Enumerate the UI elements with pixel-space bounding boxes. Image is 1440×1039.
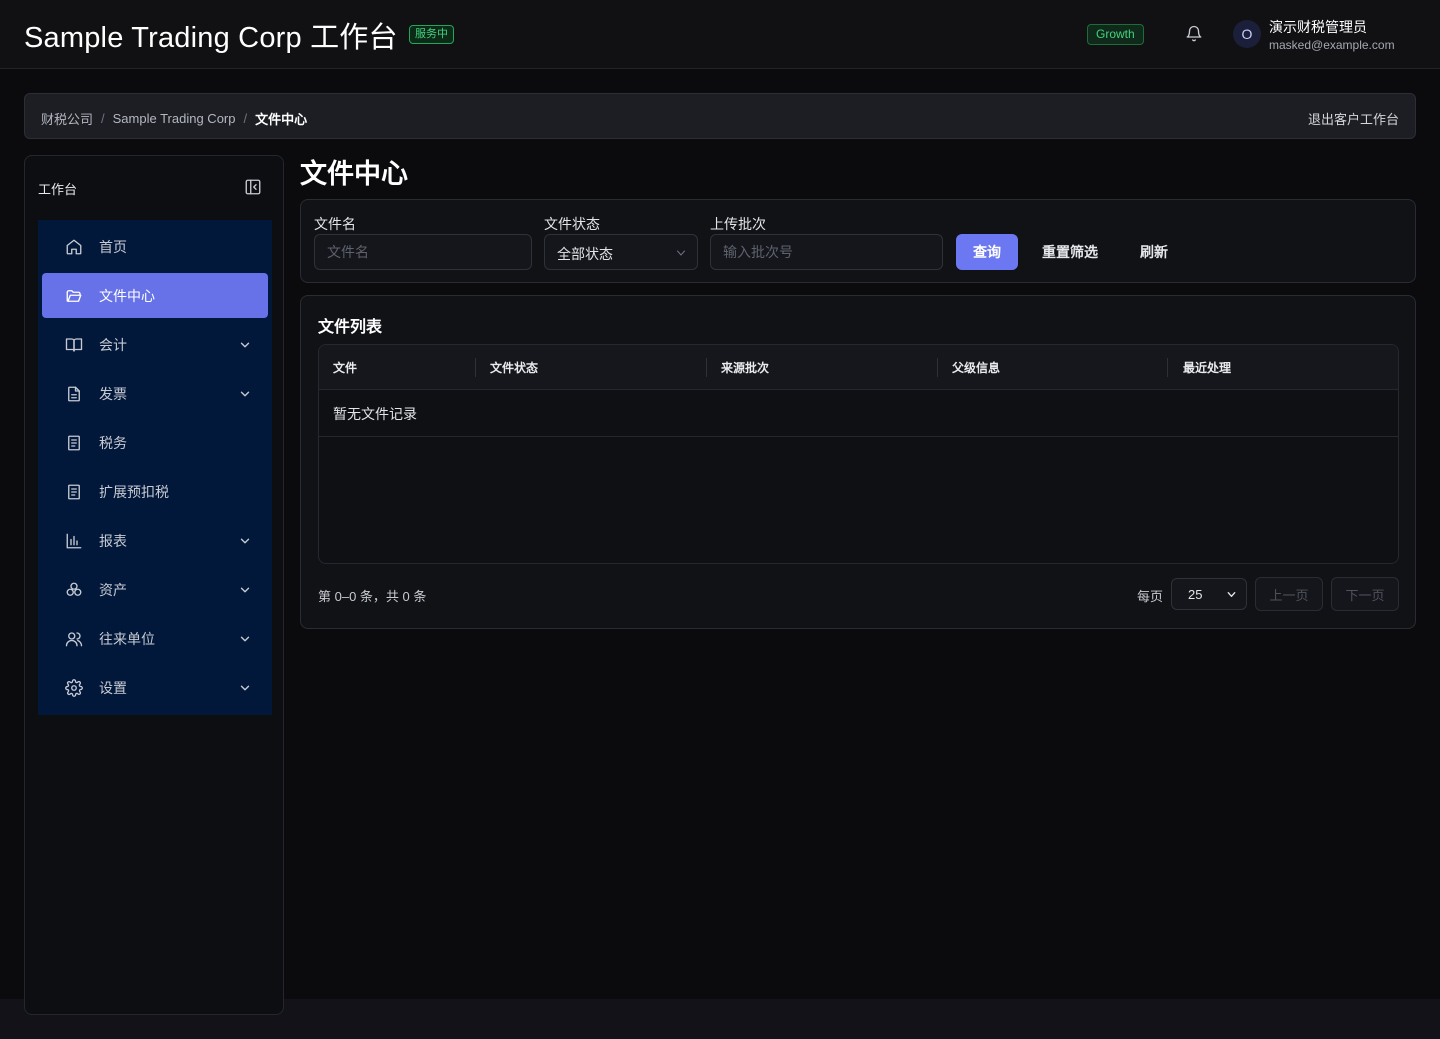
refresh-button[interactable]: 刷新: [1134, 234, 1174, 270]
receipt-icon: [65, 434, 83, 452]
chevron-down-icon: [675, 247, 687, 259]
chevron-down-icon: [1226, 589, 1237, 600]
sidebar-item-label: 税务: [99, 435, 127, 451]
book-icon: [65, 336, 83, 354]
filter-panel: 文件名 文件状态 全部状态 上传批次 查询 重置筛选 刷新: [300, 199, 1416, 283]
column-divider: [475, 358, 476, 377]
batch-input[interactable]: [710, 234, 943, 270]
breadcrumb-item-client[interactable]: Sample Trading Corp: [113, 111, 236, 126]
sidebar-item-assets[interactable]: 资产: [42, 567, 268, 612]
sidebar-item-home[interactable]: 首页: [42, 224, 268, 269]
collapse-sidebar-icon[interactable]: [244, 178, 262, 196]
sidebar-item-settings[interactable]: 设置: [42, 665, 268, 710]
chevron-down-icon[interactable]: [238, 338, 252, 352]
status-select[interactable]: 全部状态: [544, 234, 698, 270]
breadcrumb-item-firm[interactable]: 财税公司: [41, 109, 93, 128]
sidebar-item-label: 报表: [99, 533, 127, 549]
receipt-icon: [65, 483, 83, 501]
column-divider: [1167, 358, 1168, 377]
column-header-file[interactable]: 文件: [333, 359, 357, 376]
boxes-icon: [65, 581, 83, 599]
status-select-value: 全部状态: [557, 246, 613, 262]
breadcrumb-separator: /: [101, 111, 105, 126]
chevron-down-icon[interactable]: [238, 534, 252, 548]
user-avatar[interactable]: O: [1233, 20, 1261, 48]
sidebar-item-tax[interactable]: 税务: [42, 420, 268, 465]
next-page-button[interactable]: 下一页: [1331, 577, 1399, 611]
folder-open-icon: [65, 287, 83, 305]
sidebar-item-label: 首页: [99, 239, 127, 255]
reset-filters-button[interactable]: 重置筛选: [1038, 234, 1102, 270]
sidebar-item-invoices[interactable]: 发票: [42, 371, 268, 416]
document-icon: [65, 385, 83, 403]
top-header: Sample Trading Corp 工作台 服务中 Growth O 演示财…: [0, 0, 1440, 69]
sidebar-item-label: 会计: [99, 337, 127, 353]
chevron-down-icon[interactable]: [238, 632, 252, 646]
plan-badge: Growth: [1087, 24, 1144, 45]
per-page-label: 每页: [1137, 589, 1164, 604]
sidebar-item-label: 设置: [99, 680, 127, 696]
sidebar-item-accounting[interactable]: 会计: [42, 322, 268, 367]
breadcrumb: 财税公司 / Sample Trading Corp / 文件中心: [41, 109, 307, 128]
sidebar-item-label: 发票: [99, 386, 127, 402]
per-page-value: 25: [1188, 587, 1203, 602]
sidebar-item-file-center[interactable]: 文件中心: [42, 273, 268, 318]
column-divider: [937, 358, 938, 377]
sidebar-item-label: 文件中心: [99, 288, 155, 304]
sidebar-item-label: 扩展预扣税: [99, 484, 169, 500]
page-title: 文件中心: [300, 159, 408, 189]
sidebar-item-reports[interactable]: 报表: [42, 518, 268, 563]
column-header-batch[interactable]: 来源批次: [721, 359, 769, 376]
notification-bell-icon[interactable]: [1183, 23, 1205, 45]
sidebar: 工作台 首页 文件中心 会计 发票 税务 扩展预扣税 报表 资产 往来单位 设置: [24, 155, 284, 1015]
user-email: masked@example.com: [1269, 38, 1395, 52]
table-empty-row: 暂无文件记录: [319, 390, 1398, 437]
users-icon: [65, 630, 83, 648]
batch-label: 上传批次: [710, 216, 766, 232]
bar-chart-icon: [65, 532, 83, 550]
chevron-down-icon[interactable]: [238, 681, 252, 695]
per-page-select[interactable]: 25: [1171, 578, 1247, 610]
table-header: 文件 文件状态 来源批次 父级信息 最近处理: [319, 345, 1398, 390]
sidebar-item-counterparties[interactable]: 往来单位: [42, 616, 268, 661]
sidebar-title: 工作台: [38, 182, 78, 197]
chevron-down-icon[interactable]: [238, 387, 252, 401]
sidebar-nav: 首页 文件中心 会计 发票 税务 扩展预扣税 报表 资产 往来单位 设置: [38, 220, 272, 715]
sidebar-item-extended-withholding[interactable]: 扩展预扣税: [42, 469, 268, 514]
pagination-summary: 第 0–0 条，共 0 条: [318, 589, 427, 604]
file-table: 文件 文件状态 来源批次 父级信息 最近处理 暂无文件记录: [318, 344, 1399, 564]
gear-icon: [65, 679, 83, 697]
column-divider: [706, 358, 707, 377]
file-list-title: 文件列表: [318, 319, 383, 336]
column-header-parent[interactable]: 父级信息: [952, 359, 1000, 376]
chevron-down-icon[interactable]: [238, 583, 252, 597]
sidebar-item-label: 往来单位: [99, 631, 155, 647]
file-list-panel: 文件列表 文件 文件状态 来源批次 父级信息 最近处理 暂无文件记录 第 0–0…: [300, 295, 1416, 629]
column-header-last-processed[interactable]: 最近处理: [1183, 359, 1231, 376]
sidebar-item-label: 资产: [99, 582, 127, 598]
filename-input[interactable]: [314, 234, 532, 270]
filename-label: 文件名: [314, 216, 356, 232]
home-icon: [65, 238, 83, 256]
prev-page-button[interactable]: 上一页: [1255, 577, 1323, 611]
empty-state-text: 暂无文件记录: [333, 406, 417, 422]
app-title: Sample Trading Corp 工作台: [24, 22, 398, 54]
column-header-status[interactable]: 文件状态: [490, 359, 538, 376]
service-status-badge: 服务中: [409, 25, 454, 44]
breadcrumb-separator: /: [243, 111, 248, 126]
breadcrumb-item-current: 文件中心: [255, 112, 308, 127]
user-name[interactable]: 演示财税管理员: [1269, 17, 1367, 37]
query-button[interactable]: 查询: [956, 234, 1018, 270]
breadcrumb-bar: 财税公司 / Sample Trading Corp / 文件中心 退出客户工作…: [24, 93, 1416, 139]
status-label: 文件状态: [544, 216, 600, 232]
exit-client-workspace-link[interactable]: 退出客户工作台: [1308, 109, 1399, 128]
